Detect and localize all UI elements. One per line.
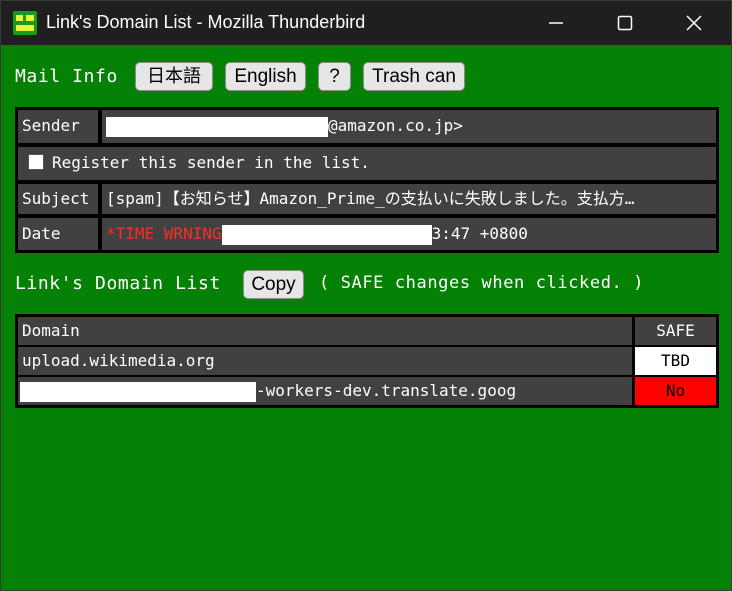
domain-text: -workers-dev.translate.goog — [256, 381, 517, 400]
domain-list-heading: Link's Domain List — [15, 273, 221, 294]
close-icon — [686, 15, 702, 31]
mail-info-heading: Mail Info — [15, 66, 118, 87]
app-window: Link's Domain List - Mozilla Thunderbird… — [0, 0, 732, 591]
sender-value: @amazon.co.jp> — [102, 110, 716, 143]
minimize-button[interactable] — [533, 1, 579, 45]
window-title: Link's Domain List - Mozilla Thunderbird — [46, 12, 366, 32]
safe-status-toggle[interactable]: TBD — [635, 347, 716, 375]
subject-label: Subject — [18, 184, 98, 214]
time-warning-text: *TIME WRNING — [106, 224, 222, 243]
safe-status-toggle[interactable]: No — [635, 377, 716, 405]
safe-hint-text: ( SAFE changes when clicked. ) — [319, 273, 645, 293]
close-button[interactable] — [671, 1, 717, 45]
copy-button[interactable]: Copy — [243, 270, 304, 299]
safe-column-header: SAFE — [635, 317, 716, 345]
register-sender-row[interactable]: Register this sender in the list. — [18, 147, 716, 180]
domain-cell: upload.wikimedia.org — [18, 347, 632, 375]
english-language-button[interactable]: English — [225, 62, 306, 91]
register-sender-label: Register this sender in the list. — [52, 153, 370, 172]
subject-value: [spam]【お知らせ】Amazon_Prime_の支払いに失敗しました。支払方… — [102, 184, 716, 214]
domain-column-header: Domain — [18, 317, 632, 345]
date-time-text: 3:47 +0800 — [431, 224, 528, 243]
maximize-button[interactable] — [602, 1, 648, 45]
date-label: Date — [18, 218, 98, 250]
date-value: *TIME WRNING 3:47 +0800 — [102, 218, 716, 250]
title-bar[interactable]: Link's Domain List - Mozilla Thunderbird — [1, 1, 731, 45]
app-logo-icon — [13, 11, 37, 35]
japanese-language-button[interactable]: 日本語 — [135, 62, 213, 91]
maximize-icon — [617, 15, 633, 31]
register-sender-checkbox[interactable] — [28, 154, 44, 170]
help-button[interactable]: ? — [318, 62, 351, 91]
redacted-subdomain — [20, 381, 256, 402]
sender-label: Sender — [18, 110, 98, 143]
trash-can-button[interactable]: Trash can — [363, 62, 465, 91]
domain-cell: -workers-dev.translate.goog — [18, 377, 632, 405]
domain-table: Domain SAFE upload.wikimedia.org TBD -wo… — [15, 314, 719, 408]
sender-domain-text: @amazon.co.jp> — [328, 116, 463, 135]
redacted-date — [221, 224, 432, 245]
minimize-icon — [549, 22, 563, 24]
mail-info-table: Sender @amazon.co.jp> Register this send… — [15, 107, 719, 253]
redacted-sender-name — [106, 116, 328, 137]
